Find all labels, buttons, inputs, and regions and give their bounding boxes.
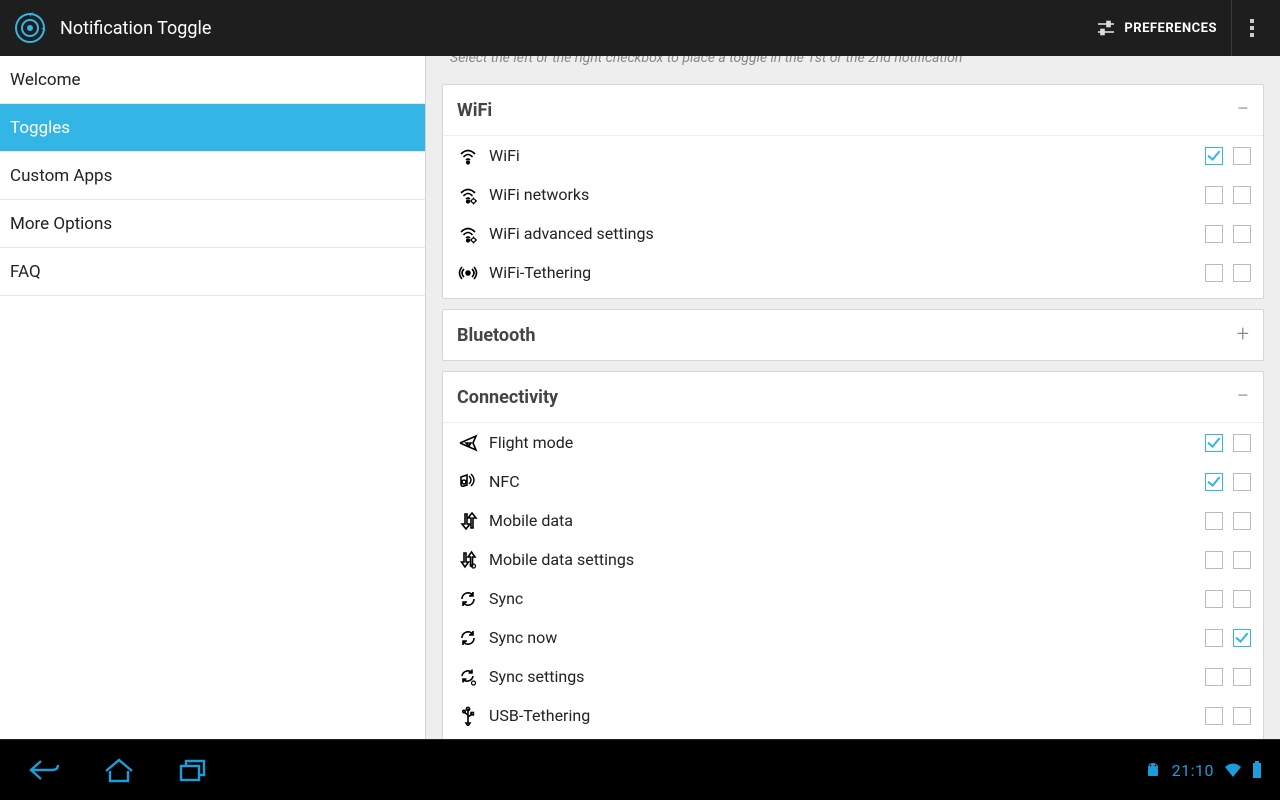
checkbox-notification-2[interactable]: [1233, 629, 1251, 647]
section-header-bluetooth[interactable]: Bluetooth +: [443, 310, 1263, 360]
toggle-row: WiFi advanced settings: [443, 214, 1263, 253]
data-gear-icon: [455, 547, 481, 573]
system-nav-bar: 21:10: [0, 739, 1280, 800]
section-title: Connectivity: [457, 387, 558, 408]
checkbox-notification-1[interactable]: [1205, 512, 1223, 530]
section-wifi: WiFi − WiFi WiFi networks WiFi advanced s…: [442, 84, 1264, 299]
checkbox-notification-2[interactable]: [1233, 186, 1251, 204]
wifi-icon: [455, 143, 481, 169]
toggle-row: NFC: [443, 462, 1263, 501]
toggle-label: WiFi networks: [489, 185, 1195, 204]
checkbox-notification-1[interactable]: [1205, 225, 1223, 243]
toggle-row: WiFi networks: [443, 175, 1263, 214]
checkbox-notification-2[interactable]: [1233, 473, 1251, 491]
checkbox-notification-2[interactable]: [1233, 707, 1251, 725]
overflow-menu-button[interactable]: [1232, 19, 1272, 37]
section-title: WiFi: [457, 100, 492, 121]
toggle-label: WiFi: [489, 146, 1195, 165]
wifi-status-icon: [1224, 762, 1242, 778]
app-title: Notification Toggle: [60, 18, 1082, 39]
toggle-row: Sync settings: [443, 657, 1263, 696]
plane-icon: [455, 430, 481, 456]
battery-status-icon: [1252, 761, 1262, 779]
checkbox-notification-1[interactable]: [1205, 668, 1223, 686]
home-button[interactable]: [92, 750, 146, 790]
sliders-icon: [1096, 18, 1116, 38]
preferences-label: PREFERENCES: [1124, 21, 1217, 36]
action-bar: Notification Toggle PREFERENCES: [0, 0, 1280, 56]
preferences-button[interactable]: PREFERENCES: [1082, 0, 1232, 56]
sidebar: WelcomeTogglesCustom AppsMore OptionsFAQ: [0, 56, 426, 739]
checkbox-notification-1[interactable]: [1205, 473, 1223, 491]
sync-icon: [455, 586, 481, 612]
tether-icon: [455, 260, 481, 286]
data-icon: [455, 508, 481, 534]
checkbox-notification-2[interactable]: [1233, 434, 1251, 452]
checkbox-notification-2[interactable]: [1233, 264, 1251, 282]
status-clock: 21:10: [1172, 761, 1214, 780]
toggle-label: NFC: [489, 472, 1195, 491]
usb-icon: [455, 703, 481, 729]
back-button[interactable]: [18, 750, 72, 790]
content-area: WelcomeTogglesCustom AppsMore OptionsFAQ…: [0, 56, 1280, 739]
checkbox-notification-1[interactable]: [1205, 551, 1223, 569]
toggle-row: WiFi-Tethering: [443, 253, 1263, 292]
toggle-label: Flight mode: [489, 433, 1195, 452]
toggle-row: WiFi: [443, 136, 1263, 175]
collapse-icon: −: [1236, 386, 1249, 408]
sidebar-item-faq[interactable]: FAQ: [0, 248, 425, 296]
toggle-label: Mobile data: [489, 511, 1195, 530]
sidebar-item-toggles[interactable]: Toggles: [0, 104, 425, 152]
section-title: Bluetooth: [457, 325, 535, 346]
sidebar-item-welcome[interactable]: Welcome: [0, 56, 425, 104]
section-connectivity: Connectivity − Flight mode NFC Mobile dat…: [442, 371, 1264, 739]
toggle-label: WiFi-Tethering: [489, 263, 1195, 282]
toggle-row: Mobile data settings: [443, 540, 1263, 579]
checkbox-notification-1[interactable]: [1205, 629, 1223, 647]
section-header-wifi[interactable]: WiFi −: [443, 85, 1263, 136]
overflow-icon: [1250, 19, 1254, 37]
android-icon: [1144, 761, 1162, 779]
collapse-icon: −: [1236, 99, 1249, 121]
toggle-row: USB-Tethering: [443, 696, 1263, 735]
hint-text: Select the left or the right checkbox to…: [426, 56, 1280, 74]
checkbox-notification-1[interactable]: [1205, 147, 1223, 165]
toggle-row: Mobile data: [443, 501, 1263, 540]
toggle-label: Mobile data settings: [489, 550, 1195, 569]
checkbox-notification-2[interactable]: [1233, 147, 1251, 165]
sync-gear-icon: [455, 664, 481, 690]
main-panel: Select the left or the right checkbox to…: [426, 56, 1280, 739]
checkbox-notification-2[interactable]: [1233, 512, 1251, 530]
checkbox-notification-2[interactable]: [1233, 590, 1251, 608]
toggle-label: Sync: [489, 589, 1195, 608]
toggle-label: USB-Tethering: [489, 706, 1195, 725]
nfc-icon: [455, 469, 481, 495]
sidebar-item-more-options[interactable]: More Options: [0, 200, 425, 248]
toggle-row: Sync: [443, 579, 1263, 618]
toggle-label: WiFi advanced settings: [489, 224, 1195, 243]
expand-icon: +: [1237, 324, 1249, 346]
checkbox-notification-1[interactable]: [1205, 707, 1223, 725]
sync-icon: [455, 625, 481, 651]
recents-button[interactable]: [166, 750, 220, 790]
wifi-gear-icon: [455, 221, 481, 247]
toggle-label: Sync settings: [489, 667, 1195, 686]
toggle-row: Sync now: [443, 618, 1263, 657]
wifi-gear-icon: [455, 182, 481, 208]
toggle-row: Flight mode: [443, 423, 1263, 462]
checkbox-notification-2[interactable]: [1233, 225, 1251, 243]
checkbox-notification-1[interactable]: [1205, 264, 1223, 282]
toggle-label: Sync now: [489, 628, 1195, 647]
checkbox-notification-2[interactable]: [1233, 668, 1251, 686]
sidebar-item-custom-apps[interactable]: Custom Apps: [0, 152, 425, 200]
checkbox-notification-1[interactable]: [1205, 434, 1223, 452]
checkbox-notification-1[interactable]: [1205, 590, 1223, 608]
section-header-connectivity[interactable]: Connectivity −: [443, 372, 1263, 423]
status-area[interactable]: 21:10: [1144, 761, 1262, 780]
checkbox-notification-2[interactable]: [1233, 551, 1251, 569]
checkbox-notification-1[interactable]: [1205, 186, 1223, 204]
section-bluetooth: Bluetooth +: [442, 309, 1264, 361]
app-icon: [12, 10, 48, 46]
